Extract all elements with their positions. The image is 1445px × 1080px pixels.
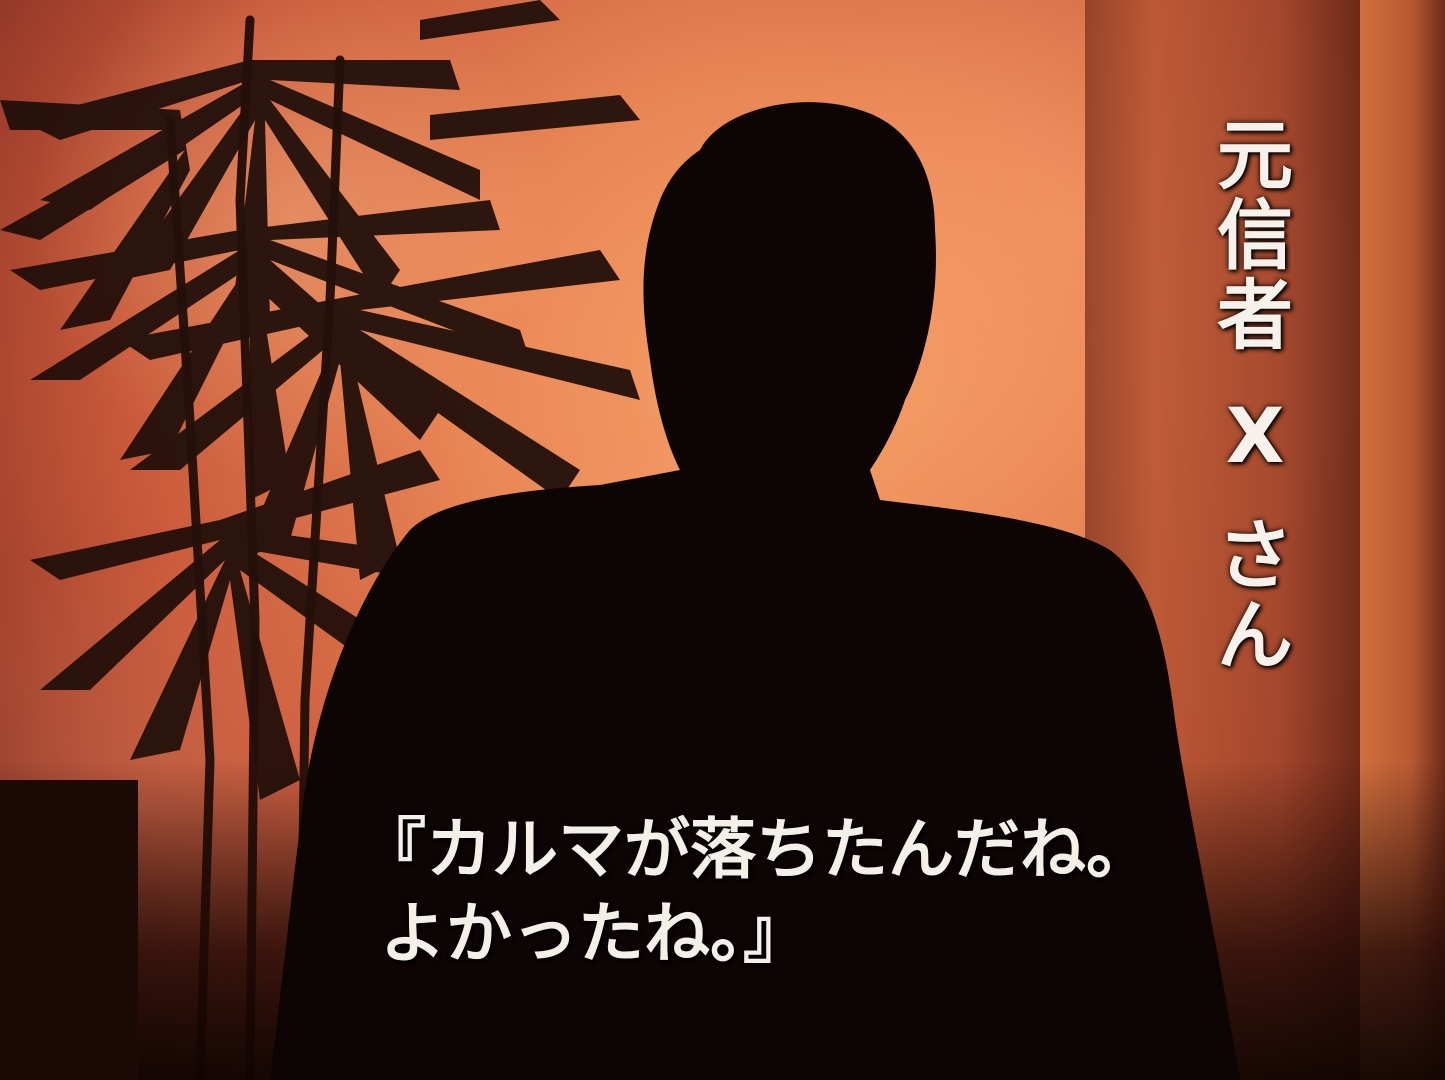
- caption-char: 元: [1217, 111, 1293, 200]
- caption-char: さ: [1217, 511, 1293, 600]
- caption-char: 者: [1217, 271, 1293, 360]
- subtitle: 『カルマが落ちたんだね。 よかったね。』: [360, 808, 1180, 976]
- video-frame: 元 信 者 X さ ん 『カルマが落ちたんだね。 よかったね。』: [0, 0, 1445, 1080]
- subtitle-line-2: よかったね。』: [380, 895, 809, 972]
- caption-char: 信: [1217, 191, 1293, 280]
- subtitle-line-1: 『カルマが落ちたんだね。: [360, 811, 1152, 888]
- caption-char: ん: [1217, 591, 1293, 680]
- speaker-caption: 元 信 者 X さ ん: [1190, 118, 1320, 678]
- caption-char: X: [1225, 391, 1285, 480]
